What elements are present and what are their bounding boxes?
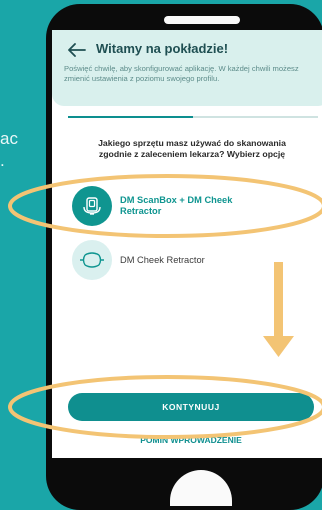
background-caption-line-1: ac xyxy=(0,129,18,148)
option-scanbox-retractor[interactable]: DM ScanBox + DM Cheek Retractor xyxy=(66,186,322,228)
onboarding-progress-fill xyxy=(68,116,193,118)
phone-speaker xyxy=(164,16,240,24)
option-scanbox-retractor-label: DM ScanBox + DM Cheek Retractor xyxy=(120,195,233,216)
app-screen: Witamy na pokładzie! Poświęć chwilę, aby… xyxy=(52,30,322,458)
arrow-left-icon[interactable] xyxy=(68,42,86,58)
scanbox-icon xyxy=(72,186,112,226)
page-subtitle: Poświęć chwilę, aby skonfigurować aplika… xyxy=(64,64,299,83)
onboarding-header: Witamy na pokładzie! Poświęć chwilę, aby… xyxy=(52,30,322,106)
equipment-question: Jakiego sprzętu masz używać do skanowani… xyxy=(98,138,286,159)
background-caption: ac . xyxy=(0,128,18,172)
skip-intro-link[interactable]: POMIŃ WPROWADZENIE xyxy=(52,435,322,445)
onboarding-progress xyxy=(68,116,318,118)
continue-button[interactable]: KONTYNUUJ xyxy=(68,393,314,421)
phone-home-button xyxy=(170,470,232,506)
background-caption-line-2: . xyxy=(0,151,5,170)
option-cheek-retractor[interactable]: DM Cheek Retractor xyxy=(66,240,322,282)
page-title: Witamy na pokładzie! xyxy=(96,41,229,56)
cheek-retractor-icon xyxy=(72,240,112,280)
option-cheek-retractor-label: DM Cheek Retractor xyxy=(120,255,205,265)
